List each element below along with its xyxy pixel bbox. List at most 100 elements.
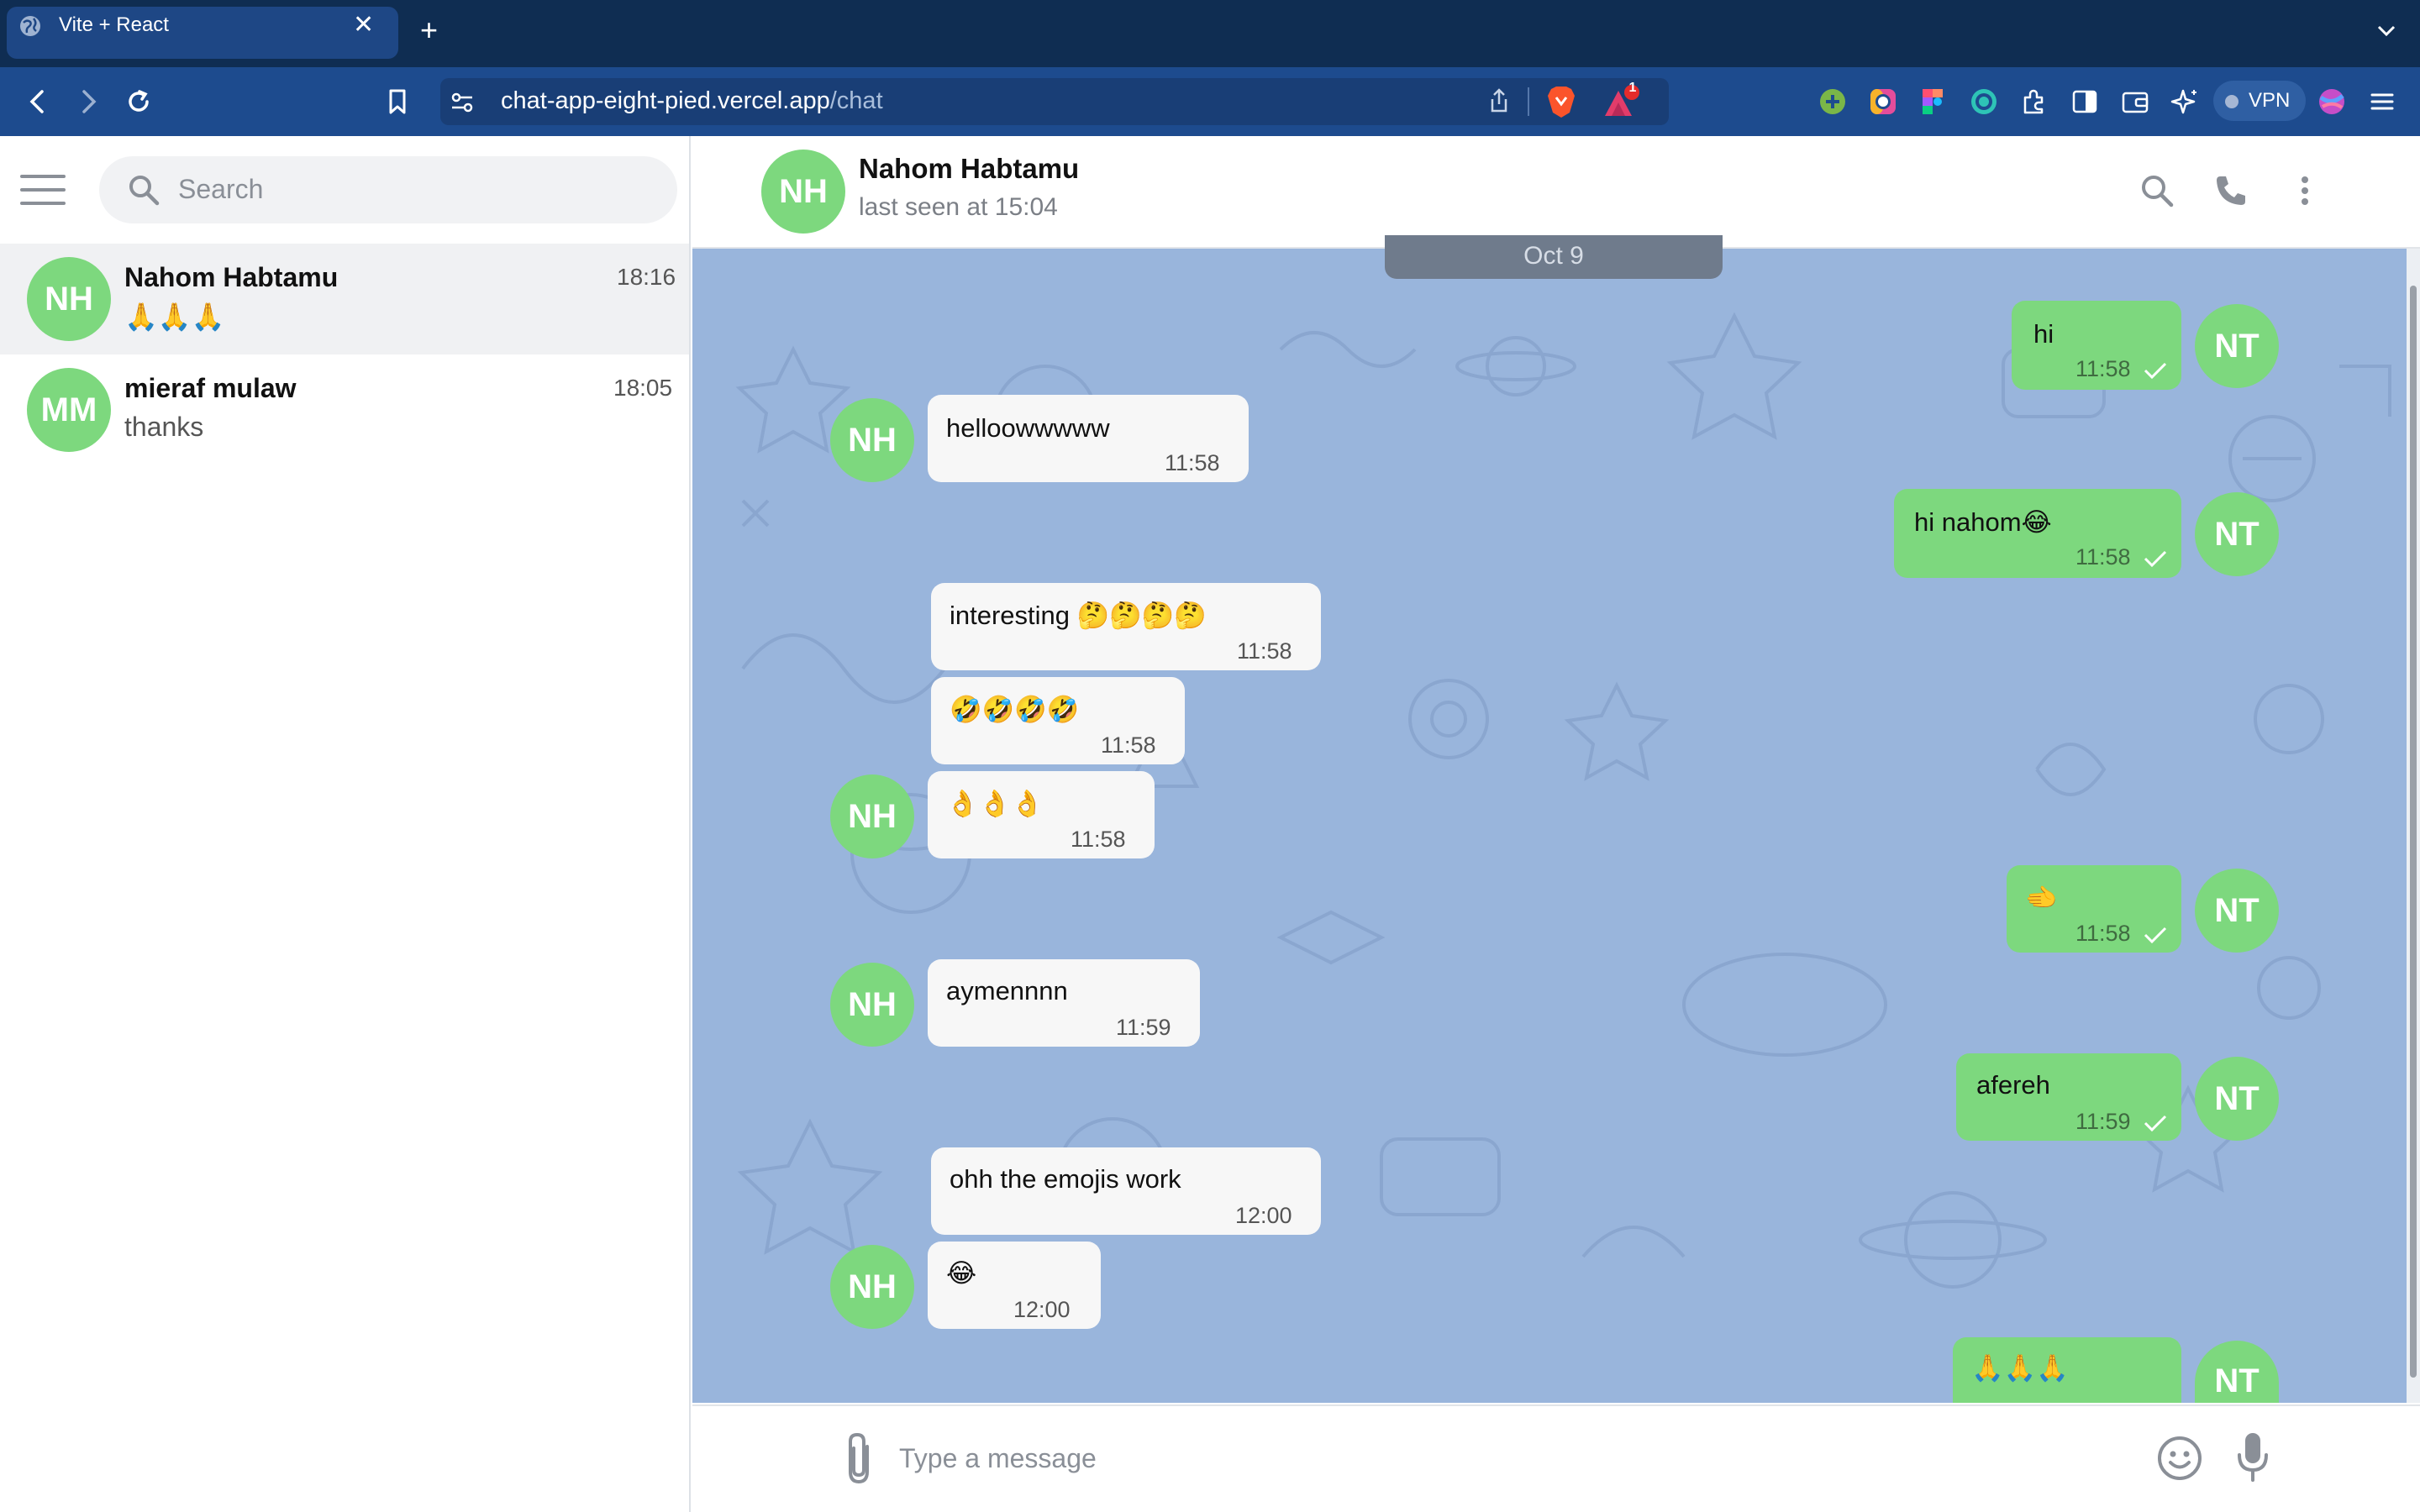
message-time: 12:00 bbox=[1013, 1297, 1071, 1322]
vpn-button[interactable]: VPN bbox=[2213, 81, 2306, 121]
message-text: hi bbox=[2033, 319, 2054, 349]
message-text: interesting 🤔🤔🤔🤔 bbox=[950, 601, 1207, 630]
sender-avatar: NH bbox=[830, 963, 914, 1047]
message-time: 11:58 bbox=[1237, 638, 1292, 664]
chat-preview: 🙏🙏🙏 bbox=[124, 302, 225, 332]
leo-ai-icon[interactable] bbox=[2170, 86, 2202, 118]
read-check-icon bbox=[2144, 550, 2167, 568]
chat-time: 18:16 bbox=[617, 264, 676, 290]
outgoing-message[interactable]: hi nahom😂 11:58 bbox=[1894, 489, 2181, 578]
avatar: MM bbox=[27, 368, 111, 452]
globe-icon bbox=[20, 16, 40, 36]
sender-avatar: NT bbox=[2195, 869, 2279, 953]
message-time: 11:58 bbox=[2075, 921, 2131, 946]
message-text: hi nahom😂 bbox=[1914, 507, 2052, 537]
message-input[interactable] bbox=[899, 1433, 2126, 1483]
message-time: 11:58 bbox=[1101, 732, 1156, 758]
sender-avatar: NT bbox=[2195, 492, 2279, 576]
hamburger-menu-icon[interactable] bbox=[20, 173, 66, 207]
message-time: 11:58 bbox=[2075, 544, 2131, 570]
profile-icon[interactable] bbox=[2316, 86, 2348, 118]
new-tab-button[interactable]: + bbox=[420, 13, 438, 47]
phone-icon[interactable] bbox=[2212, 171, 2250, 210]
add-extension-icon[interactable] bbox=[1817, 86, 1849, 118]
microphone-icon[interactable] bbox=[2233, 1430, 2272, 1483]
incoming-message[interactable]: 🤣🤣🤣🤣 11:58 bbox=[931, 677, 1185, 764]
incoming-message[interactable]: interesting 🤔🤔🤔🤔 11:58 bbox=[931, 583, 1321, 670]
chat-name: Nahom Habtamu bbox=[124, 262, 339, 292]
avatar: NH bbox=[27, 257, 111, 341]
attachment-icon[interactable] bbox=[839, 1430, 882, 1487]
outgoing-message[interactable]: afereh 11:59 bbox=[1956, 1053, 2181, 1141]
sender-avatar: NH bbox=[830, 774, 914, 858]
wallet-icon[interactable] bbox=[2119, 86, 2151, 118]
read-check-icon bbox=[2144, 1115, 2167, 1132]
incoming-message[interactable]: 😂 12:00 bbox=[928, 1242, 1101, 1329]
message-text: 🤣🤣🤣🤣 bbox=[950, 695, 1080, 724]
read-check-icon bbox=[2144, 927, 2167, 944]
vpn-status-dot bbox=[2225, 95, 2238, 108]
message-time: 11:58 bbox=[1071, 827, 1126, 852]
vpn-label: VPN bbox=[2249, 89, 2291, 112]
incoming-message[interactable]: ohh the emojis work 12:00 bbox=[931, 1147, 1321, 1235]
bookmark-icon[interactable] bbox=[380, 84, 415, 119]
emoji-picker-icon[interactable] bbox=[2156, 1435, 2203, 1482]
message-time: 11:59 bbox=[2075, 1109, 2131, 1134]
message-text: 🫲 bbox=[2025, 883, 2058, 912]
url-path: /chat bbox=[829, 87, 883, 114]
url-text[interactable]: chat-app-eight-pied.vercel.app/chat bbox=[501, 87, 883, 115]
close-tab-icon[interactable]: ✕ bbox=[353, 10, 374, 39]
message-text: aymennnn bbox=[946, 976, 1068, 1005]
chat-list-item[interactable]: MM mieraf mulaw thanks 18:05 bbox=[0, 354, 689, 465]
read-check-icon bbox=[2144, 362, 2167, 380]
figma-extension-icon[interactable] bbox=[1918, 86, 1949, 118]
target-extension-icon[interactable] bbox=[1968, 86, 2000, 118]
back-icon[interactable] bbox=[20, 84, 55, 119]
message-time: 11:58 bbox=[1165, 450, 1220, 475]
more-options-icon[interactable] bbox=[2286, 171, 2324, 210]
sender-avatar: NH bbox=[830, 1245, 914, 1329]
last-seen-status: last seen at 15:04 bbox=[859, 193, 1058, 221]
browser-menu-icon[interactable] bbox=[2366, 86, 2398, 118]
message-time: 12:00 bbox=[1235, 1203, 1292, 1228]
tab-title: Vite + React bbox=[59, 13, 169, 36]
chat-time: 18:05 bbox=[613, 375, 673, 401]
sender-avatar: NT bbox=[2195, 304, 2279, 388]
incoming-message[interactable]: aymennnn 11:59 bbox=[928, 959, 1200, 1047]
contact-name[interactable]: Nahom Habtamu bbox=[859, 153, 1079, 185]
forward-icon[interactable] bbox=[71, 84, 106, 119]
message-text: 👌👌👌 bbox=[946, 789, 1044, 818]
chat-preview: thanks bbox=[124, 412, 204, 442]
chevron-down-icon[interactable] bbox=[2375, 18, 2398, 42]
rewards-badge: 1 bbox=[1628, 81, 1637, 95]
site-settings-icon[interactable] bbox=[447, 87, 477, 118]
brave-shields-icon[interactable] bbox=[1544, 84, 1578, 119]
url-host: chat-app-eight-pied.vercel.app bbox=[501, 87, 830, 114]
message-text: helloowwwww bbox=[946, 413, 1110, 443]
incoming-message[interactable]: helloowwwww 11:58 bbox=[928, 395, 1249, 482]
chat-list-item[interactable]: NH Nahom Habtamu 🙏🙏🙏 18:16 bbox=[0, 244, 689, 354]
reload-icon[interactable] bbox=[121, 84, 156, 119]
outgoing-message[interactable]: hi 11:58 bbox=[2012, 301, 2181, 390]
message-text: afereh bbox=[1976, 1070, 2050, 1100]
scrollbar-thumb[interactable] bbox=[2410, 286, 2417, 1378]
message-time: 11:59 bbox=[1116, 1015, 1171, 1040]
sidebar-toggle-icon[interactable] bbox=[2069, 86, 2101, 118]
message-time: 11:58 bbox=[2075, 356, 2131, 381]
incoming-message[interactable]: 👌👌👌 11:58 bbox=[928, 771, 1155, 858]
puzzle-extensions-icon[interactable] bbox=[2018, 86, 2050, 118]
search-icon bbox=[129, 176, 160, 206]
colorpicker-extension-icon[interactable] bbox=[1867, 86, 1899, 118]
outgoing-message[interactable]: 🫲 11:58 bbox=[2007, 865, 2181, 953]
search-messages-icon[interactable] bbox=[2138, 171, 2176, 210]
outgoing-message[interactable]: 🙏🙏🙏 bbox=[1953, 1337, 2181, 1403]
message-text: 🙏🙏🙏 bbox=[1971, 1353, 2069, 1383]
url-divider bbox=[1528, 87, 1529, 116]
search-input[interactable] bbox=[178, 163, 649, 215]
date-divider: Oct 9 bbox=[1385, 235, 1723, 279]
header-avatar[interactable]: NH bbox=[761, 150, 845, 234]
sender-avatar: NH bbox=[830, 398, 914, 482]
share-icon[interactable] bbox=[1484, 86, 1514, 116]
sender-avatar: NT bbox=[2195, 1057, 2279, 1141]
chat-name: mieraf mulaw bbox=[124, 373, 297, 403]
